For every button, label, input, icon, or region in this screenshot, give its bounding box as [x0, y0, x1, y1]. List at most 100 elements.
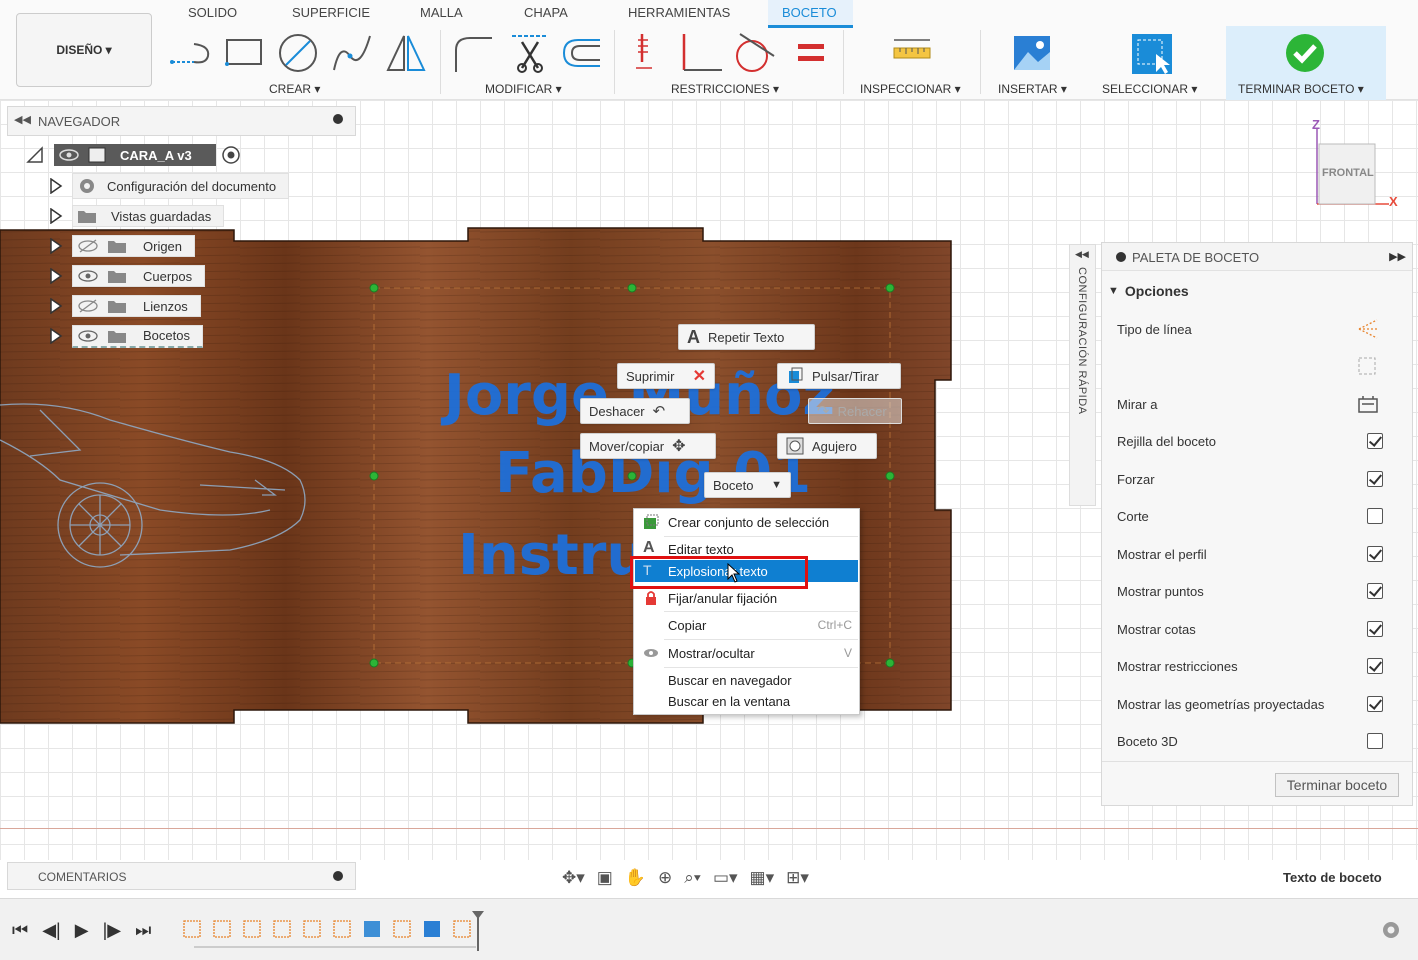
- eye-hidden-icon[interactable]: [77, 238, 99, 254]
- menu-item-copy[interactable]: Copiar Ctrl+C: [635, 614, 858, 636]
- navigator-pin-icon[interactable]: [333, 114, 343, 124]
- checkbox[interactable]: [1367, 658, 1383, 674]
- eye-hidden-icon[interactable]: [77, 298, 99, 314]
- timeline-settings-gear-icon[interactable]: [1380, 919, 1402, 941]
- nav-item-bodies[interactable]: Cuerpos: [48, 265, 206, 287]
- menu-item-explode-text[interactable]: T Explosionar texto: [635, 560, 858, 582]
- move-copy-button[interactable]: Mover/copiar ✥: [580, 433, 716, 459]
- go-to-end-icon[interactable]: ⏭: [135, 920, 151, 941]
- insert-image-icon[interactable]: [1010, 32, 1054, 74]
- display-settings-icon[interactable]: ▭▾: [713, 868, 738, 888]
- grid-settings-icon[interactable]: ▦▾: [750, 868, 775, 888]
- orbit-icon[interactable]: ✥▾: [562, 868, 585, 888]
- play-icon[interactable]: ▶: [75, 920, 89, 941]
- group-inspect[interactable]: INSPECCIONAR ▾: [860, 82, 961, 96]
- step-forward-icon[interactable]: |▶: [103, 920, 122, 941]
- collapse-left-icon[interactable]: ◀◀: [14, 113, 31, 126]
- group-select[interactable]: SELECCIONAR ▾: [1102, 82, 1197, 96]
- quick-config-tab[interactable]: ◀◀ CONFIGURACIÓN RÁPIDA: [1069, 244, 1096, 506]
- offset-icon[interactable]: [560, 32, 604, 74]
- trim-icon[interactable]: [508, 32, 552, 74]
- timeline-features[interactable]: [180, 911, 490, 955]
- option-show-projected-geometry[interactable]: Mostrar las geometrías proyectadas: [1117, 693, 1397, 715]
- collapse-arrows-icon[interactable]: ◀◀: [1075, 249, 1089, 260]
- nav-item-document-settings[interactable]: Configuración del documento: [48, 173, 290, 199]
- measure-icon[interactable]: [890, 32, 934, 74]
- undo-button[interactable]: Deshacer ↶: [580, 398, 690, 424]
- group-insert[interactable]: INSERTAR ▾: [998, 82, 1067, 96]
- option-sketch-grid[interactable]: Rejilla del boceto: [1117, 430, 1397, 452]
- nav-item-origin[interactable]: Origen: [48, 235, 196, 257]
- select-icon[interactable]: [1130, 32, 1174, 74]
- tab-boceto[interactable]: BOCETO: [782, 5, 837, 20]
- collapse-triangle-icon[interactable]: [26, 146, 44, 164]
- perpendicular-icon[interactable]: [680, 32, 724, 74]
- tangent-icon[interactable]: [732, 32, 776, 74]
- circle-icon[interactable]: [276, 32, 320, 74]
- line-icon[interactable]: [168, 32, 212, 74]
- nav-chip[interactable]: Configuración del documento: [72, 173, 290, 199]
- group-finish-sketch[interactable]: TERMINAR BOCETO ▾: [1238, 82, 1364, 96]
- menu-item-fix-unfix[interactable]: Fijar/anular fijación: [635, 587, 858, 609]
- sketch-text-line-3[interactable]: Instru: [458, 528, 646, 584]
- expand-arrows-icon[interactable]: ▶▶: [1389, 250, 1406, 263]
- step-back-icon[interactable]: ◀|: [42, 920, 61, 941]
- eye-icon[interactable]: [58, 146, 80, 164]
- repeat-text-button[interactable]: A Repetir Texto: [678, 324, 815, 350]
- press-pull-button[interactable]: Pulsar/Tirar: [777, 363, 901, 389]
- menu-item-find-in-browser[interactable]: Buscar en navegador: [635, 669, 858, 691]
- checkbox[interactable]: [1367, 508, 1383, 524]
- zoom-icon[interactable]: ⊕: [658, 868, 672, 888]
- construction-toggle-icon[interactable]: [1357, 356, 1377, 376]
- expand-triangle-icon[interactable]: [48, 328, 64, 344]
- menu-item-create-selection-set[interactable]: Crear conjunto de selección: [635, 511, 858, 533]
- go-to-start-icon[interactable]: ⏮: [12, 920, 28, 941]
- sketch-dropdown-button[interactable]: Boceto ▼: [704, 472, 791, 498]
- menu-item-show-hide[interactable]: Mostrar/ocultar V: [635, 642, 858, 664]
- checkbox[interactable]: [1367, 433, 1383, 449]
- options-section-header[interactable]: ▼ Opciones: [1108, 283, 1189, 299]
- expand-triangle-icon[interactable]: [48, 178, 64, 194]
- option-look-at[interactable]: Mirar a: [1117, 393, 1397, 415]
- checkbox[interactable]: [1367, 733, 1383, 749]
- tab-chapa[interactable]: CHAPA: [524, 5, 568, 20]
- group-create[interactable]: CREAR ▾: [269, 82, 320, 96]
- nav-chip[interactable]: Origen: [72, 235, 196, 257]
- fit-icon[interactable]: ⌕▾: [684, 868, 701, 888]
- expand-triangle-icon[interactable]: [48, 298, 64, 314]
- viewports-icon[interactable]: ⊞▾: [786, 868, 809, 888]
- viewcube-face-label[interactable]: FRONTAL: [1322, 167, 1374, 179]
- option-line-type[interactable]: Tipo de línea: [1117, 318, 1397, 340]
- tab-solido[interactable]: SOLIDO: [188, 5, 237, 20]
- option-show-profile[interactable]: Mostrar el perfil: [1117, 543, 1397, 565]
- look-at-icon[interactable]: [1357, 394, 1379, 414]
- nav-item-sketches[interactable]: Bocetos: [48, 324, 203, 348]
- nav-item-canvases[interactable]: Lienzos: [48, 295, 201, 317]
- nav-chip[interactable]: Vistas guardadas: [72, 205, 225, 227]
- palette-pin-icon[interactable]: [1116, 252, 1126, 262]
- hole-button[interactable]: Agujero: [777, 433, 877, 459]
- option-slice[interactable]: Corte: [1117, 505, 1397, 527]
- delete-button[interactable]: Suprimir ✕: [617, 363, 715, 389]
- checkbox[interactable]: [1367, 546, 1383, 562]
- checkbox[interactable]: [1367, 621, 1383, 637]
- comments-add-icon[interactable]: [333, 871, 343, 881]
- nav-chip[interactable]: Cuerpos: [72, 265, 206, 287]
- root-component-chip[interactable]: CARA_A v3: [54, 144, 216, 166]
- tab-malla[interactable]: MALLA: [420, 5, 463, 20]
- activate-radio-icon[interactable]: [220, 144, 242, 166]
- checkbox[interactable]: [1367, 696, 1383, 712]
- eye-icon[interactable]: [77, 268, 99, 284]
- group-modify[interactable]: MODIFICAR ▾: [485, 82, 562, 96]
- equal-icon[interactable]: [790, 32, 834, 74]
- group-constraints[interactable]: RESTRICCIONES ▾: [671, 82, 779, 96]
- expand-triangle-icon[interactable]: [48, 268, 64, 284]
- option-show-dimensions[interactable]: Mostrar cotas: [1117, 618, 1397, 640]
- tab-superficie[interactable]: SUPERFICIE: [292, 5, 370, 20]
- nav-chip[interactable]: Bocetos: [72, 324, 203, 348]
- checkbox[interactable]: [1367, 583, 1383, 599]
- menu-item-edit-text[interactable]: A Editar texto: [635, 538, 858, 560]
- linetype-icon[interactable]: [1357, 318, 1381, 340]
- look-at-icon[interactable]: ▣: [597, 868, 613, 888]
- menu-item-find-in-window[interactable]: Buscar en la ventana: [635, 690, 858, 712]
